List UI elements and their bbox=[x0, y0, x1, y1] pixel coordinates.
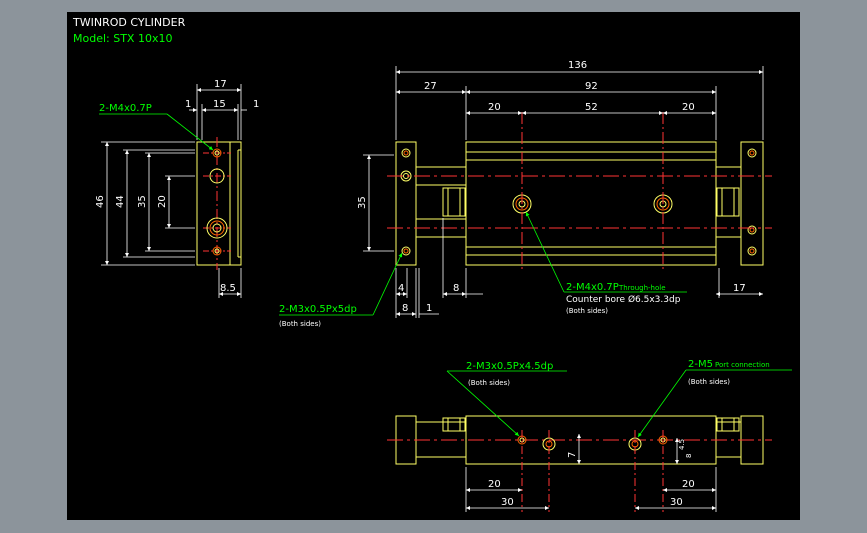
dim-front-overall: 136 bbox=[568, 60, 587, 71]
front-dim-labels: 136 27 92 20 52 20 35 4 8 8 1 17 bbox=[357, 60, 746, 314]
dim-side-lip-left: 1 bbox=[185, 99, 191, 110]
bottom-dim-labels: 20 30 20 30 7 4.5 8 bbox=[488, 439, 695, 508]
dim-front-hole-right: 20 bbox=[682, 102, 695, 113]
bottom-view bbox=[387, 415, 772, 512]
bottom-callout-right: 2-M5 bbox=[688, 359, 713, 370]
front-callout-right-suffix: Through-hole bbox=[618, 284, 666, 292]
front-callout-right-line2: Counter bore Ø6.5x3.3dp bbox=[566, 294, 681, 305]
dim-bottom-height-mid: 7 bbox=[567, 452, 578, 458]
bottom-callouts: 2-M3x0.5Px4.5dp (Both sides) 2-M5 Port c… bbox=[446, 359, 792, 438]
dim-bottom-right-inner: 20 bbox=[682, 479, 695, 490]
dim-bottom-left-inner: 20 bbox=[488, 479, 501, 490]
dim-front-plate-left: 4 bbox=[398, 283, 404, 294]
model-label: Model: STX 10x10 bbox=[73, 32, 172, 45]
front-callouts: 2-M3x0.5Px5dp (Both sides) 2-M4x0.7P Thr… bbox=[279, 211, 687, 328]
dim-front-rod-spacing: 35 bbox=[357, 196, 368, 209]
front-view bbox=[387, 112, 772, 272]
dim-front-body-length: 92 bbox=[585, 81, 598, 92]
dim-front-left-offset: 27 bbox=[424, 81, 437, 92]
dim-front-plate-bottom: 8 bbox=[402, 303, 408, 314]
front-dimensions bbox=[363, 66, 764, 318]
dim-front-gap-bottom: 1 bbox=[426, 303, 432, 314]
dim-bottom-height-small: 4.5 bbox=[678, 439, 686, 450]
side-callout-thread: 2-M4x0.7P bbox=[99, 103, 152, 114]
drawing-title: TWINROD CYLINDER bbox=[72, 16, 186, 29]
dim-front-hole-left: 20 bbox=[488, 102, 501, 113]
dim-side-width-total: 17 bbox=[214, 79, 227, 90]
dim-front-right-end: 17 bbox=[733, 283, 746, 294]
drawing-viewport[interactable]: TWINROD CYLINDER Model: STX 10x10 17 15 … bbox=[67, 12, 800, 520]
front-callout-left: 2-M3x0.5Px5dp bbox=[279, 304, 357, 315]
dim-bottom-left-outer: 30 bbox=[501, 497, 514, 508]
dim-front-gap-left: 8 bbox=[453, 283, 459, 294]
dim-side-height-rods: 35 bbox=[137, 195, 148, 208]
bottom-callout-left-note: (Both sides) bbox=[468, 379, 510, 387]
dim-front-hole-spacing: 52 bbox=[585, 102, 598, 113]
dim-bottom-height-right: 8 bbox=[685, 454, 693, 458]
dim-side-width-inner: 15 bbox=[213, 99, 226, 110]
dim-side-height-port: 20 bbox=[157, 195, 168, 208]
side-body-outline bbox=[196, 141, 242, 266]
cad-drawing: TWINROD CYLINDER Model: STX 10x10 17 15 … bbox=[72, 16, 792, 512]
front-callout-left-note: (Both sides) bbox=[279, 320, 321, 328]
dim-side-height-total: 46 bbox=[95, 195, 106, 208]
bottom-callout-right-suffix: Port connection bbox=[715, 361, 770, 369]
dim-side-lip: 1 bbox=[253, 99, 259, 110]
side-dimensions bbox=[101, 84, 247, 298]
side-view bbox=[196, 137, 242, 270]
front-callout-right: 2-M4x0.7P bbox=[566, 282, 619, 293]
dim-bottom-right-outer: 30 bbox=[670, 497, 683, 508]
dim-side-height-body: 44 bbox=[115, 195, 126, 208]
bottom-callout-left: 2-M3x0.5Px4.5dp bbox=[466, 361, 553, 372]
bottom-callout-right-note: (Both sides) bbox=[688, 378, 730, 386]
dim-side-base: 8.5 bbox=[220, 283, 236, 294]
front-callout-right-note: (Both sides) bbox=[566, 307, 608, 315]
